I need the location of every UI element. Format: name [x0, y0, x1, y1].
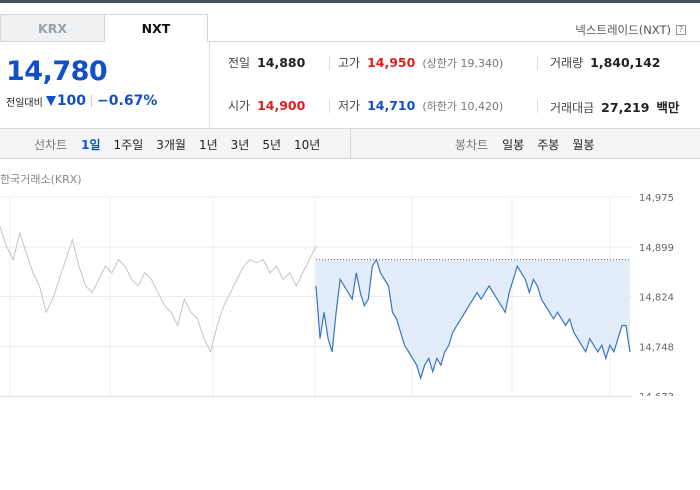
- tab-baseline: [209, 41, 700, 42]
- top-border: [0, 0, 700, 3]
- period-1d[interactable]: 1일: [81, 136, 100, 153]
- change-value: 100: [56, 93, 87, 109]
- period-5y[interactable]: 5년: [262, 136, 281, 153]
- open-value: 14,900: [257, 98, 306, 113]
- change-percent: −0.67%: [97, 93, 158, 109]
- line-chart-options: 선차트 1일 1주일 3개월 1년 3년 5년 10년: [34, 136, 333, 153]
- tab-krx[interactable]: KRX: [0, 14, 104, 42]
- open-label: 시가: [228, 99, 251, 113]
- y-tick-label: 14,899: [639, 243, 674, 254]
- y-tick-label: 14,748: [639, 343, 674, 354]
- tab-nxt[interactable]: NXT: [104, 14, 208, 42]
- series-previous-session: [0, 226, 317, 354]
- y-tick-label: 14,673: [639, 392, 674, 396]
- nxt-info: 넥스트레이드(NXT) ?: [575, 22, 686, 38]
- period-3y[interactable]: 3년: [231, 136, 250, 153]
- upper-limit: (상한가 19,340): [422, 57, 504, 70]
- current-price: 14,780: [6, 56, 108, 87]
- low-value: 14,710: [367, 98, 416, 113]
- summary-volume: 거래량 1,840,142: [550, 54, 661, 71]
- summary-amount: 거래대금 27,219 백만: [550, 97, 679, 116]
- period-1y[interactable]: 1년: [199, 136, 218, 153]
- period-bar: 선차트 1일 1주일 3개월 1년 3년 5년 10년 봉차트 일봉 주봉 월봉: [0, 128, 700, 159]
- candle-chart-options: 봉차트 일봉 주봉 월봉: [455, 136, 607, 153]
- summary-low: 저가 14,710 (하한가 10,420): [338, 97, 503, 114]
- summary-prev-close: 전일 14,880: [228, 54, 305, 71]
- divider: [537, 99, 538, 113]
- line-chart-title: 선차트: [34, 138, 68, 152]
- summary-high: 고가 14,950 (상한가 19,340): [338, 54, 503, 71]
- volume-value: 1,840,142: [590, 55, 661, 70]
- period-bar-divider: [350, 129, 351, 158]
- period-1w[interactable]: 1주일: [114, 136, 144, 153]
- divider: [329, 99, 330, 113]
- y-tick-label: 14,975: [639, 193, 674, 204]
- series-fill-area: [316, 259, 630, 379]
- price-change: 전일대비 100 −0.67%: [6, 93, 157, 109]
- candle-weekly[interactable]: 주봉: [537, 136, 559, 153]
- prev-close-label: 전일: [228, 56, 251, 70]
- chart-bottom-border: [0, 396, 632, 397]
- market-tabs: KRX NXT: [0, 14, 208, 42]
- summary-open: 시가 14,900: [228, 97, 305, 114]
- nxt-info-label: 넥스트레이드(NXT): [575, 23, 671, 37]
- divider: [91, 95, 93, 107]
- divider: [537, 56, 538, 70]
- amount-value: 27,219: [601, 100, 650, 115]
- divider: [329, 56, 330, 70]
- candle-chart-title: 봉차트: [455, 138, 489, 152]
- high-label: 고가: [338, 56, 361, 70]
- candle-monthly[interactable]: 월봉: [572, 136, 594, 153]
- period-3m[interactable]: 3개월: [156, 136, 186, 153]
- lower-limit: (하한가 10,420): [422, 100, 504, 113]
- prev-close-value: 14,880: [257, 55, 306, 70]
- y-tick-label: 14,824: [639, 293, 674, 304]
- amount-unit: 백만: [656, 100, 680, 115]
- amount-label: 거래대금: [550, 101, 595, 115]
- high-value: 14,950: [367, 55, 416, 70]
- help-icon[interactable]: ?: [676, 25, 686, 35]
- change-label: 전일대비: [6, 97, 43, 109]
- price-chart: 14,975 14,899 14,824 14,748 14,673: [0, 185, 700, 403]
- summary-divider: [209, 42, 210, 128]
- period-10y[interactable]: 10년: [294, 136, 320, 153]
- low-label: 저가: [338, 99, 361, 113]
- price-chart-svg: 14,975 14,899 14,824 14,748 14,673: [0, 193, 674, 403]
- down-arrow-icon: [45, 96, 56, 106]
- volume-label: 거래량: [550, 56, 584, 70]
- candle-daily[interactable]: 일봉: [502, 136, 524, 153]
